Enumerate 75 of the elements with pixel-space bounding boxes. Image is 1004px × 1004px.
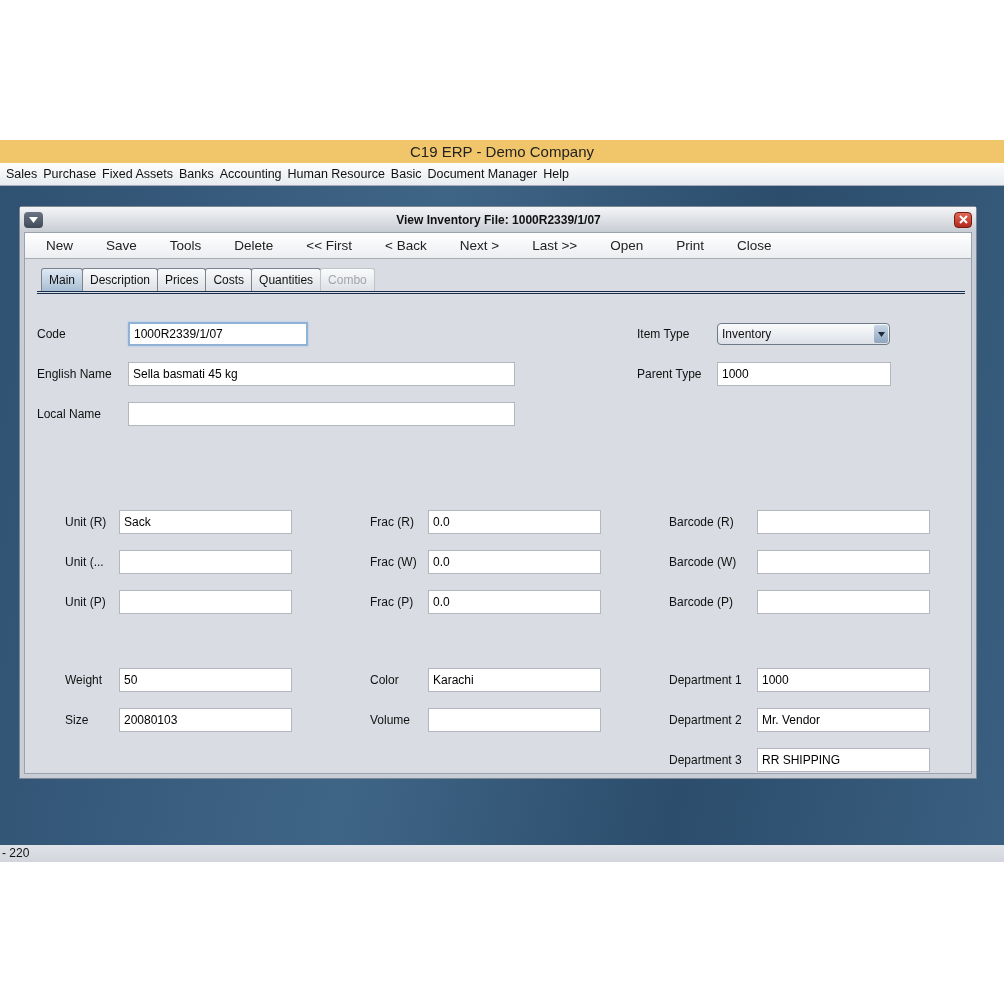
text-field[interactable]: 1000 <box>757 668 930 692</box>
field-label: Size <box>65 713 90 727</box>
text-field[interactable]: 50 <box>119 668 292 692</box>
toolbar-button[interactable]: Next > <box>459 238 500 253</box>
tab[interactable]: Quantities <box>251 268 322 291</box>
tab[interactable]: Prices <box>157 268 207 291</box>
field-label: Volume <box>370 713 412 727</box>
app-title: C19 ERP - Demo Company <box>0 140 1004 163</box>
text-field[interactable] <box>757 510 930 534</box>
text-field[interactable] <box>757 590 930 614</box>
field-label: Barcode (W) <box>669 555 738 569</box>
tab[interactable]: Costs <box>205 268 253 291</box>
toolbar-button[interactable]: Last >> <box>532 238 578 253</box>
field-label: Code <box>37 327 67 341</box>
toolbar-button[interactable]: Open <box>610 238 644 253</box>
text-field[interactable]: 1000 <box>717 362 891 386</box>
tab[interactable]: Description <box>82 268 159 291</box>
window-title: View Inventory File: 1000R2339/1/07 <box>395 212 602 227</box>
field-label: Unit (P) <box>65 595 107 609</box>
field-label: Color <box>370 673 400 687</box>
field-label: Barcode (P) <box>669 595 735 609</box>
field-label: Department 2 <box>669 713 743 727</box>
text-field[interactable] <box>128 402 515 426</box>
window-menu-button[interactable] <box>24 211 43 228</box>
text-field[interactable] <box>119 590 292 614</box>
menu-item[interactable]: Human Resource <box>284 167 388 181</box>
text-field[interactable]: 1000R2339/1/07 <box>128 322 308 346</box>
item-type-dropdown[interactable]: Inventory <box>717 323 890 345</box>
menu-item[interactable]: Help <box>540 167 572 181</box>
toolbar-button[interactable]: Save <box>106 238 137 253</box>
field-label: Frac (R) <box>370 515 415 529</box>
text-field[interactable]: 0.0 <box>428 510 601 534</box>
text-field[interactable]: Mr. Vendor <box>757 708 930 732</box>
text-field[interactable]: 0.0 <box>428 550 601 574</box>
text-field[interactable]: Sella basmati 45 kg <box>128 362 515 386</box>
field-label: Item Type <box>637 327 691 341</box>
text-field[interactable]: 0.0 <box>428 590 601 614</box>
toolbar-button[interactable]: < Back <box>385 238 427 253</box>
toolbar-button[interactable]: Tools <box>169 238 202 253</box>
menu-item[interactable]: Document Manager <box>424 167 541 181</box>
field-label: Barcode (R) <box>669 515 735 529</box>
text-field[interactable]: Karachi <box>428 668 601 692</box>
toolbar-button[interactable]: Print <box>676 238 704 253</box>
menu-item[interactable]: Accounting <box>216 167 285 181</box>
text-field[interactable]: 20080103 <box>119 708 292 732</box>
text-field[interactable] <box>757 550 930 574</box>
text-field[interactable]: RR SHIPPING <box>757 748 930 772</box>
close-icon <box>958 215 968 224</box>
text-field[interactable]: Sack <box>119 510 292 534</box>
field-label: Frac (P) <box>370 595 415 609</box>
menu-item[interactable]: Banks <box>175 167 217 181</box>
menu-item[interactable]: Purchase <box>40 167 100 181</box>
text-field[interactable] <box>428 708 601 732</box>
text-field[interactable] <box>119 550 292 574</box>
field-label: Frac (W) <box>370 555 418 569</box>
caret-icon <box>877 331 885 337</box>
field-label: Department 1 <box>669 673 743 687</box>
menu-item[interactable]: Basic <box>387 167 425 181</box>
toolbar-button[interactable]: New <box>46 238 73 253</box>
field-label: Unit (R) <box>65 515 108 529</box>
toolbar-button[interactable]: << First <box>306 238 353 253</box>
menu-item[interactable]: Fixed Assets <box>99 167 176 181</box>
menu-item[interactable]: Sales <box>3 167 41 181</box>
field-label: Department 3 <box>669 753 743 767</box>
field-label: Local Name <box>37 407 103 421</box>
field-label: Parent Type <box>637 367 703 381</box>
close-button[interactable] <box>954 211 972 228</box>
field-label: Unit (... <box>65 555 105 569</box>
toolbar-button[interactable]: Delete <box>234 238 274 253</box>
caret-icon <box>29 216 38 223</box>
tab[interactable]: Main <box>41 268 83 291</box>
status-text: - 220 <box>2 846 30 860</box>
field-label: English Name <box>37 367 113 381</box>
field-label: Weight <box>65 673 104 687</box>
toolbar-button[interactable]: Close <box>737 238 772 253</box>
